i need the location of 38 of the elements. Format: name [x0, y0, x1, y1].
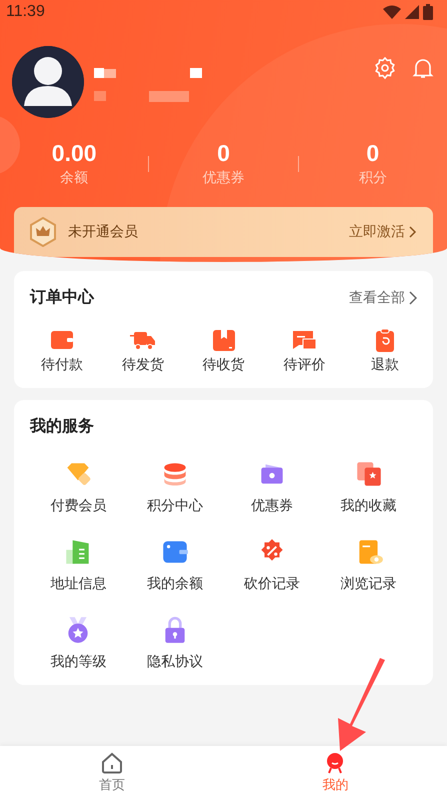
membership-status: 未开通会员 — [68, 223, 139, 241]
section-title: 订单中心 — [30, 287, 94, 308]
service-item[interactable]: 砍价记录 — [224, 537, 320, 593]
service-item[interactable]: 优惠券 — [224, 459, 320, 515]
service-item[interactable]: 我的等级 — [30, 615, 127, 671]
battery-icon — [423, 4, 433, 20]
settings-icon[interactable] — [373, 56, 397, 80]
chevron-icon — [409, 290, 417, 304]
stat-label: 余额 — [60, 169, 88, 187]
view-all-link[interactable]: 查看全部 — [349, 288, 417, 306]
stat-label: 积分 — [358, 169, 387, 187]
home-icon — [100, 750, 124, 774]
service-item[interactable]: 隐私协议 — [126, 615, 224, 671]
chevron-icon — [409, 226, 417, 238]
service-item[interactable]: 我的余额 — [126, 537, 224, 593]
service-item[interactable]: 我的收藏 — [320, 459, 417, 515]
crown-badge-icon — [28, 217, 58, 247]
service-item[interactable]: 地址信息 — [30, 537, 127, 593]
order-status-item[interactable]: 待评价 — [274, 326, 334, 374]
signal-icon — [405, 5, 419, 19]
wifi-icon — [383, 5, 401, 19]
status-time: 11:39 — [6, 3, 45, 21]
notification-bell-icon[interactable] — [411, 56, 435, 80]
order-status-item[interactable]: 待付款 — [32, 326, 92, 374]
stat-value: 0.00 — [52, 140, 97, 167]
order-status-item[interactable]: 待发货 — [112, 326, 173, 374]
stat-value: 0 — [366, 140, 380, 167]
order-status-item[interactable]: 待收货 — [194, 326, 254, 374]
stat-value: 0 — [217, 140, 230, 167]
stat-label: 优惠券 — [202, 169, 244, 187]
service-item[interactable]: 积分中心 — [126, 459, 224, 515]
section-title: 我的服务 — [30, 416, 94, 435]
service-item[interactable]: 付费会员 — [30, 459, 127, 515]
tab-item[interactable]: 首页 — [0, 746, 224, 798]
service-item[interactable]: 浏览记录 — [320, 537, 417, 593]
avatar[interactable] — [12, 46, 84, 118]
order-status-item[interactable]: 退款 — [355, 326, 415, 374]
activate-link[interactable]: 立即激活 — [349, 223, 417, 241]
